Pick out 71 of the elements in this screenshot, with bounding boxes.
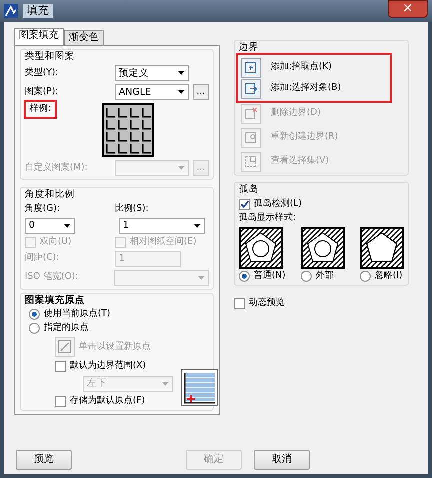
- app-icon: [4, 4, 18, 18]
- checkbox-label: 存储为默认原点(F): [70, 396, 146, 407]
- field-label: 角度(G):: [25, 204, 62, 215]
- field-label: ISO 笔宽(O):: [25, 272, 80, 283]
- field-label: 比例(S):: [115, 204, 149, 215]
- dialog-button[interactable]: 预览: [16, 450, 72, 470]
- type-dropdown[interactable]: 预定义: [115, 65, 189, 82]
- boundary-button[interactable]: [241, 78, 261, 99]
- group-title: 图案填充原点: [25, 294, 86, 306]
- radio-button[interactable]: [29, 322, 40, 334]
- scale-dropdown[interactable]: 1: [119, 218, 205, 234]
- checkbox-label: 相对图纸空间(E): [130, 236, 197, 248]
- button-label: 删除边界(D): [271, 108, 321, 120]
- caret-icon: [64, 224, 71, 228]
- button-label: 重新创建边界(R): [271, 132, 338, 144]
- radio-label: 外部: [316, 270, 334, 282]
- radio-button[interactable]: [29, 308, 40, 320]
- caret-icon: [198, 276, 205, 280]
- group-title: 类型和图案: [25, 51, 76, 62]
- window-title: 填充: [23, 4, 53, 18]
- boundary-icon: [244, 130, 258, 145]
- dialog-button[interactable]: 取消: [254, 450, 310, 470]
- island-style-preview: [239, 226, 283, 269]
- button-label: 添加:拾取点(K): [271, 62, 332, 74]
- tab[interactable]: 渐变色: [64, 30, 104, 45]
- checkbox[interactable]: [234, 298, 245, 309]
- radio-button[interactable]: [360, 270, 371, 282]
- boundary-button[interactable]: [241, 58, 261, 78]
- caret-icon: [194, 224, 201, 228]
- checkbox[interactable]: [239, 198, 250, 210]
- rotation-dropdown[interactable]: 0: [25, 218, 75, 234]
- button-label: 单击以设置新原点: [79, 342, 151, 352]
- field-label: 样例:: [27, 103, 54, 116]
- field-label: 自定义图案(M):: [25, 162, 89, 174]
- boundary-icon: [244, 60, 258, 75]
- group-title: 孤岛: [239, 184, 260, 196]
- checkbox-label: 动态预览: [249, 298, 285, 308]
- caret-icon: [178, 166, 185, 170]
- tab[interactable]: 图案填充: [14, 28, 64, 45]
- checkbox-label: 默认为边界范围(X): [70, 361, 146, 372]
- close-button[interactable]: ×: [388, 0, 428, 18]
- button-label: 添加:选择对象(B): [271, 83, 342, 94]
- group-title: 角度和比例: [25, 189, 76, 201]
- caret-icon: [178, 90, 185, 94]
- island-style-preview: [300, 226, 345, 269]
- button-label: 查看选择集(V): [271, 156, 330, 168]
- field-label: 间距(C):: [25, 253, 60, 264]
- radio-button[interactable]: [300, 270, 312, 282]
- origin-icon: [58, 340, 72, 354]
- boundary-icon: [244, 82, 258, 96]
- radio-label: 普通(N): [254, 270, 286, 282]
- caret-icon: [162, 382, 169, 386]
- group-title: 边界: [239, 42, 260, 54]
- browse-button[interactable]: ...: [193, 84, 209, 100]
- boundary-icon: [244, 154, 258, 169]
- radio-label: 使用当前原点(T): [44, 309, 111, 320]
- boundary-icon: [244, 106, 258, 121]
- radio-button[interactable]: [239, 270, 250, 282]
- field-label: 图案(P):: [25, 86, 60, 98]
- checkbox-label: 孤岛检测(L): [254, 198, 302, 210]
- caret-icon: [178, 71, 185, 76]
- radio-label: 指定的原点: [44, 323, 89, 334]
- checkbox[interactable]: [55, 360, 66, 372]
- pattern-dropdown[interactable]: ANGLE: [115, 84, 189, 100]
- field-label: 类型(Y):: [25, 68, 60, 79]
- checkbox[interactable]: [55, 396, 66, 407]
- hatch-preview: [102, 103, 154, 158]
- radio-label: 忽略(I): [374, 270, 403, 282]
- checkbox-label: 双向(U): [40, 236, 72, 248]
- island-style-preview: [360, 226, 404, 269]
- field-label: 孤岛显示样式:: [239, 212, 298, 224]
